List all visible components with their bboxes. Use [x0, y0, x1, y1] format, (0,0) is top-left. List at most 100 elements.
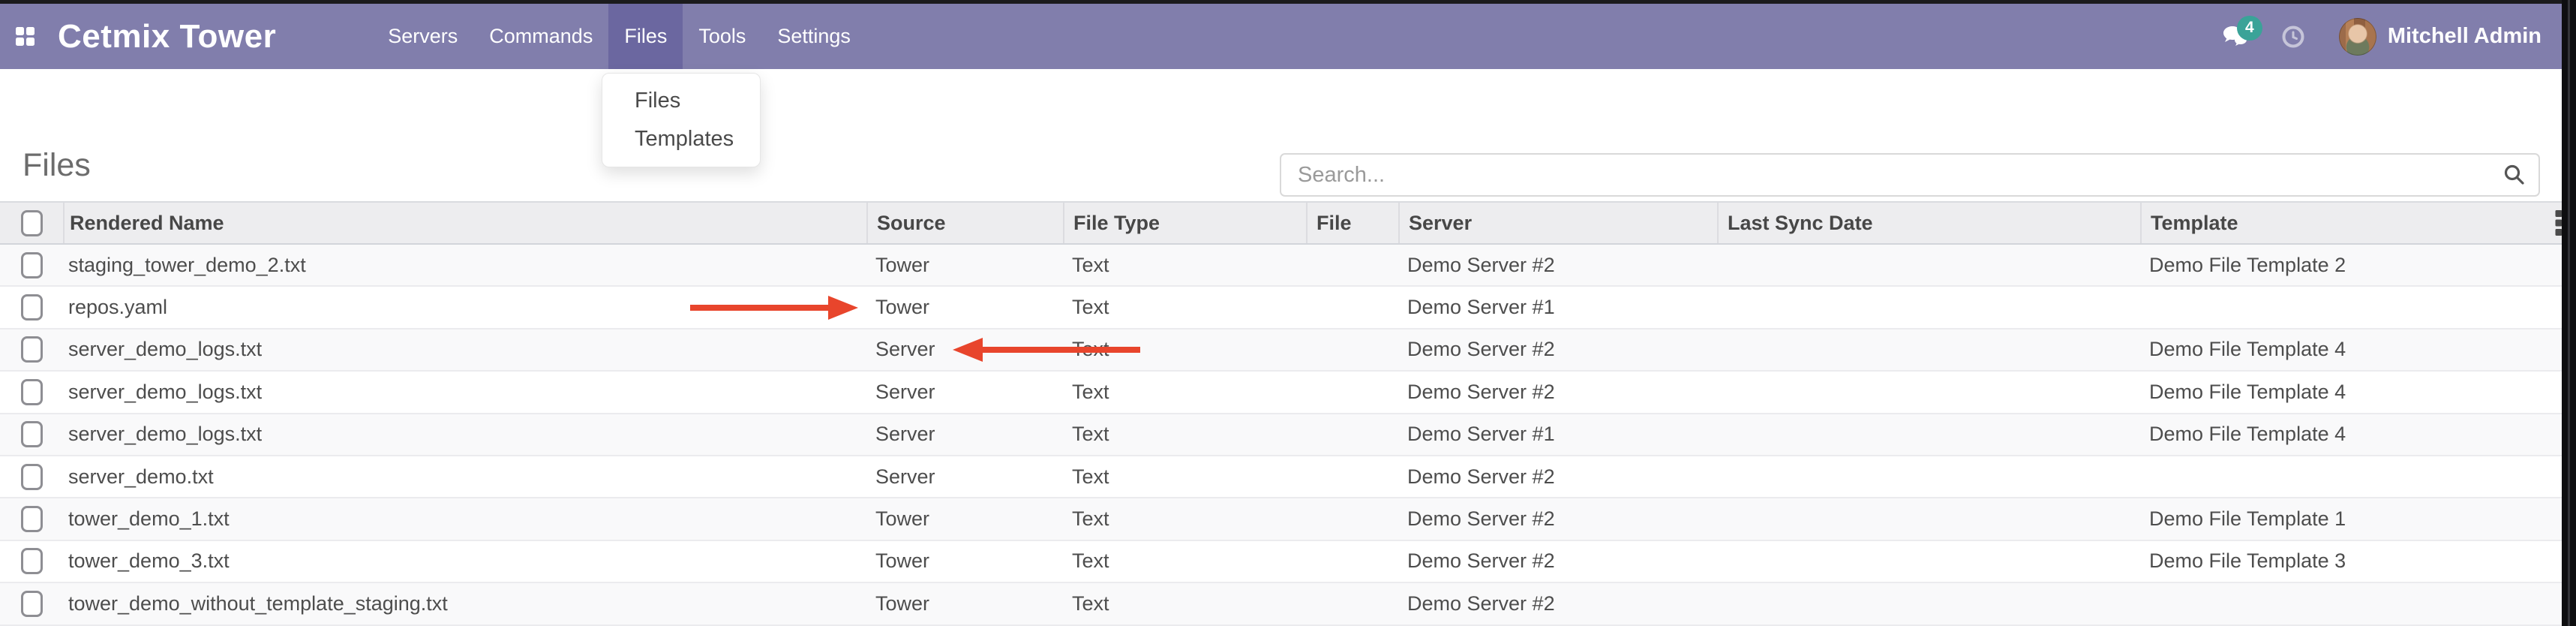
cell-template	[2140, 456, 2541, 497]
cell-rendered-name: staging_tower_demo_2.txt	[63, 245, 866, 285]
cell-template: Demo File Template 3	[2140, 541, 2541, 582]
cell-rendered-name: tower_demo_1.txt	[63, 498, 866, 539]
page-title: Files	[23, 147, 91, 184]
row-checkbox[interactable]	[21, 506, 43, 532]
cell-last-sync-date	[1717, 245, 2140, 285]
table-row[interactable]: repos.yaml Tower Text Demo Server #1	[0, 287, 2576, 329]
cell-last-sync-date	[1717, 498, 2140, 539]
row-checkbox[interactable]	[21, 294, 43, 321]
cell-file	[1306, 456, 1398, 497]
cell-template: Demo File Template 4	[2140, 330, 2541, 370]
nav-item-servers[interactable]: Servers	[372, 4, 473, 69]
cell-template: Demo File Template 2	[2140, 245, 2541, 285]
cell-template: Demo File Template 4	[2140, 414, 2541, 455]
row-checkbox[interactable]	[21, 379, 43, 405]
column-header-template[interactable]: Template	[2140, 203, 2541, 243]
cell-server: Demo Server #2	[1398, 372, 1717, 412]
cell-last-sync-date	[1717, 330, 2140, 370]
cell-server: Demo Server #1	[1398, 287, 1717, 327]
column-header-last-sync-date[interactable]: Last Sync Date	[1717, 203, 2140, 243]
main-menu: Servers Commands Files Tools Settings	[372, 4, 866, 69]
cell-rendered-name: server_demo_logs.txt	[63, 372, 866, 412]
cell-file	[1306, 583, 1398, 624]
window-top-edge	[0, 0, 2576, 4]
cell-server: Demo Server #2	[1398, 583, 1717, 624]
column-header-file[interactable]: File	[1306, 203, 1398, 243]
cell-file-type: Text	[1063, 414, 1306, 455]
control-panel: Files Create Filters Group By Favorites	[0, 69, 2576, 201]
cell-source: Server	[866, 414, 1063, 455]
dropdown-item-files[interactable]: Files	[602, 82, 760, 120]
cell-rendered-name: tower_demo_without_template_staging.txt	[63, 583, 866, 624]
cell-template: Demo File Template 1	[2140, 498, 2541, 539]
cell-file	[1306, 541, 1398, 582]
cell-rendered-name: server_demo.txt	[63, 456, 866, 497]
nav-item-tools[interactable]: Tools	[683, 4, 761, 69]
app-brand[interactable]: Cetmix Tower	[58, 18, 276, 56]
cell-last-sync-date	[1717, 414, 2140, 455]
row-checkbox[interactable]	[21, 464, 43, 490]
table-row[interactable]: server_demo_logs.txt Server Text Demo Se…	[0, 372, 2576, 414]
cell-last-sync-date	[1717, 541, 2140, 582]
cell-file-type: Text	[1063, 541, 1306, 582]
cell-source: Server	[866, 456, 1063, 497]
files-dropdown-menu: Files Templates	[602, 73, 761, 167]
column-header-file-type[interactable]: File Type	[1063, 203, 1306, 243]
cell-server: Demo Server #2	[1398, 498, 1717, 539]
cell-template: Demo File Template 4	[2140, 372, 2541, 412]
search-icon[interactable]	[2502, 163, 2526, 187]
nav-item-settings[interactable]: Settings	[761, 4, 866, 69]
cell-file-type: Text	[1063, 583, 1306, 624]
row-checkbox[interactable]	[21, 336, 43, 363]
cell-rendered-name: server_demo_logs.txt	[63, 330, 866, 370]
row-checkbox[interactable]	[21, 548, 43, 574]
cell-server: Demo Server #2	[1398, 330, 1717, 370]
user-avatar[interactable]	[2339, 18, 2376, 56]
table-row[interactable]: server_demo.txt Server Text Demo Server …	[0, 456, 2576, 498]
table-header: Rendered Name Source File Type File Serv…	[0, 201, 2576, 245]
cell-rendered-name: tower_demo_3.txt	[63, 541, 866, 582]
cell-file	[1306, 287, 1398, 327]
messages-count-badge: 4	[2237, 16, 2262, 41]
table-row[interactable]: tower_demo_3.txt Tower Text Demo Server …	[0, 541, 2576, 583]
row-checkbox[interactable]	[21, 252, 43, 278]
column-header-source[interactable]: Source	[866, 203, 1063, 243]
nav-item-commands[interactable]: Commands	[473, 4, 608, 69]
files-list-table: Rendered Name Source File Type File Serv…	[0, 201, 2576, 626]
cell-template	[2140, 583, 2541, 624]
dropdown-item-templates[interactable]: Templates	[602, 120, 760, 158]
cell-server: Demo Server #1	[1398, 414, 1717, 455]
cell-file-type: Text	[1063, 287, 1306, 327]
cell-last-sync-date	[1717, 372, 2140, 412]
activities-clock-icon[interactable]	[2282, 26, 2304, 48]
row-checkbox[interactable]	[21, 421, 43, 447]
cell-rendered-name: server_demo_logs.txt	[63, 414, 866, 455]
search-input[interactable]	[1280, 153, 2540, 197]
table-row[interactable]: tower_demo_1.txt Tower Text Demo Server …	[0, 498, 2576, 540]
column-header-rendered-name[interactable]: Rendered Name	[63, 203, 866, 243]
search-bar	[1280, 153, 2540, 197]
user-menu[interactable]: Mitchell Admin	[2388, 24, 2541, 49]
apps-grid-icon[interactable]	[15, 26, 35, 47]
cell-source: Tower	[866, 541, 1063, 582]
cell-file-type: Text	[1063, 456, 1306, 497]
top-navbar: Cetmix Tower Servers Commands Files Tool…	[0, 4, 2576, 69]
cell-source: Tower	[866, 583, 1063, 624]
select-all-checkbox[interactable]	[21, 210, 43, 236]
cell-file	[1306, 330, 1398, 370]
column-header-server[interactable]: Server	[1398, 203, 1717, 243]
table-row[interactable]: server_demo_logs.txt Server Text Demo Se…	[0, 330, 2576, 372]
table-row[interactable]: tower_demo_without_template_staging.txt …	[0, 583, 2576, 625]
cell-template	[2140, 287, 2541, 327]
cell-file	[1306, 498, 1398, 539]
cell-last-sync-date	[1717, 287, 2140, 327]
table-row[interactable]: server_demo_logs.txt Server Text Demo Se…	[0, 414, 2576, 456]
cell-server: Demo Server #2	[1398, 541, 1717, 582]
nav-item-files[interactable]: Files	[608, 4, 683, 69]
table-row[interactable]: staging_tower_demo_2.txt Tower Text Demo…	[0, 245, 2576, 287]
cell-server: Demo Server #2	[1398, 245, 1717, 285]
cell-file	[1306, 372, 1398, 412]
cell-file	[1306, 245, 1398, 285]
row-checkbox[interactable]	[21, 591, 43, 617]
messages-button[interactable]: 4	[2222, 25, 2249, 49]
